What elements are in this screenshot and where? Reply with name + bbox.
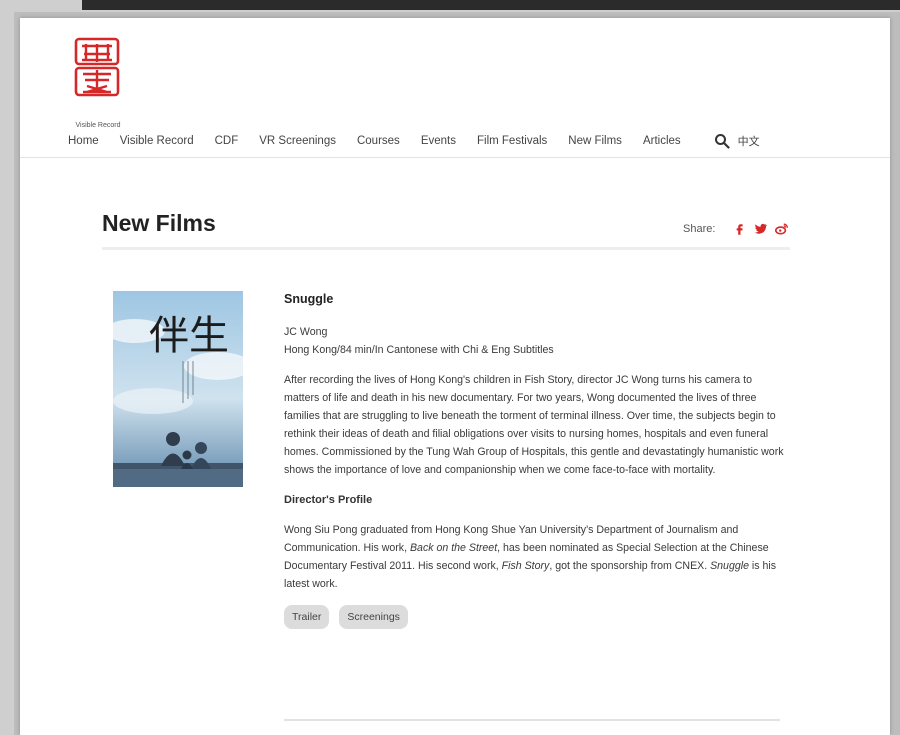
film-director: JC Wong (284, 326, 328, 338)
web-page: Visible Record Home Visible Record CDF V… (20, 18, 890, 735)
logo-caption: Visible Record (75, 122, 121, 129)
film-meta: JC Wong Hong Kong/84 min/In Cantonese wi… (284, 323, 784, 359)
language-switch[interactable]: 中文 (738, 133, 760, 149)
profile-work-3: Snuggle (710, 560, 749, 572)
film-details: Snuggle JC Wong Hong Kong/84 min/In Cant… (284, 290, 784, 629)
film-poster[interactable]: 伴生 (113, 291, 243, 487)
film-synopsis: After recording the lives of Hong Kong's… (284, 374, 784, 476)
facebook-icon[interactable] (733, 222, 746, 235)
directors-profile-heading: Director's Profile (284, 494, 373, 506)
poster-title: 伴生 (149, 313, 229, 359)
film-actions: Trailer Screenings (284, 605, 784, 629)
twitter-icon[interactable] (754, 222, 768, 235)
seal-logo-icon (74, 37, 120, 97)
nav-item-home[interactable]: Home (68, 135, 99, 147)
profile-work-2: Fish Story (501, 560, 550, 572)
nav-item-vr-screenings[interactable]: VR Screenings (259, 135, 336, 147)
share-bar: Share: (683, 222, 789, 235)
screenings-button[interactable]: Screenings (339, 605, 408, 629)
title-divider (102, 247, 790, 250)
directors-profile-text: Wong Siu Pong graduated from Hong Kong S… (284, 521, 784, 593)
share-label: Share: (683, 222, 716, 235)
search-icon[interactable] (714, 133, 730, 149)
main-nav: Home Visible Record CDF VR Screenings Co… (68, 131, 760, 151)
profile-text-3: , got the sponsorship from CNEX. (549, 560, 711, 572)
film-info: Hong Kong/84 min/In Cantonese with Chi &… (284, 344, 554, 356)
content-divider (284, 719, 780, 721)
nav-item-courses[interactable]: Courses (357, 135, 400, 147)
nav-item-new-films[interactable]: New Films (568, 135, 622, 147)
nav-item-cdf[interactable]: CDF (215, 135, 239, 147)
weibo-icon[interactable] (775, 222, 789, 235)
site-logo[interactable]: Visible Record (68, 36, 128, 136)
nav-item-events[interactable]: Events (421, 135, 456, 147)
nav-item-articles[interactable]: Articles (643, 135, 681, 147)
nav-item-film-festivals[interactable]: Film Festivals (477, 135, 547, 147)
header-divider (20, 157, 890, 158)
trailer-button[interactable]: Trailer (284, 605, 330, 629)
profile-work-1: Back on the Street (409, 542, 498, 554)
film-title: Snuggle (284, 292, 334, 306)
nav-item-visible-record[interactable]: Visible Record (120, 135, 194, 147)
browser-top-bar (82, 0, 900, 10)
page-title: New Films (102, 210, 216, 236)
